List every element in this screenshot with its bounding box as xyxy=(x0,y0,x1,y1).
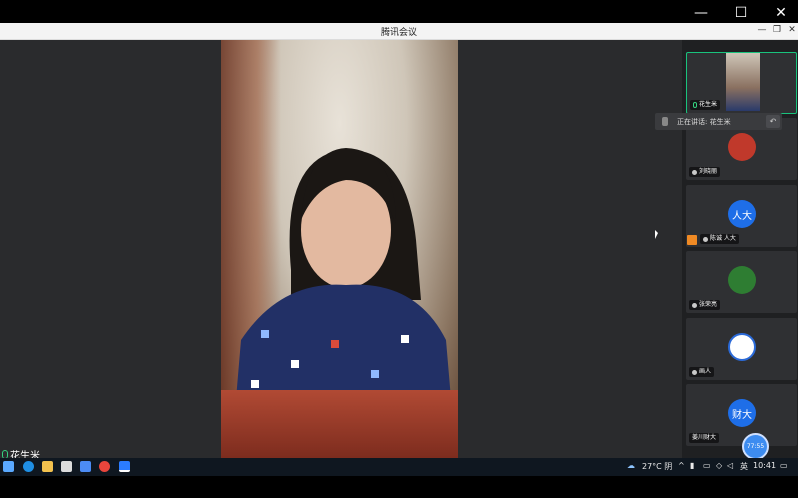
weather-icon[interactable]: ☁ xyxy=(627,461,635,470)
battery-icon[interactable]: ▭ xyxy=(703,461,711,470)
participant-name: 陈诚 人大 xyxy=(710,235,736,242)
volume-icon[interactable]: ◁ xyxy=(727,461,733,470)
taskbar: ☁ 27°C 阴 ^ ▮ ▭ ◇ ◁ 英 10:41 ▭ xyxy=(0,458,798,476)
mic-muted-icon xyxy=(692,369,697,375)
mic-muted-icon xyxy=(692,169,697,175)
participant-name: 姜川财大 xyxy=(692,434,717,441)
timer-text: 77:55 xyxy=(746,443,765,450)
file-explorer-icon[interactable] xyxy=(42,461,53,472)
screen-bottom-border xyxy=(0,476,798,498)
mic-muted-icon xyxy=(692,302,697,308)
close-button[interactable]: ✕ xyxy=(761,0,798,25)
participant-avatar xyxy=(728,133,756,161)
main-video[interactable] xyxy=(221,40,458,458)
participant-tile[interactable]: 花生米 xyxy=(686,52,797,114)
ime-indicator[interactable]: 英 xyxy=(740,461,748,472)
microphone-icon xyxy=(693,102,697,108)
participant-name: 画人 xyxy=(699,368,712,375)
app-minimize-icon[interactable]: — xyxy=(756,25,768,35)
participant-name-tag: 张荣亮 xyxy=(689,300,721,310)
participant-name: 张荣亮 xyxy=(699,301,718,308)
store-icon[interactable] xyxy=(61,461,72,472)
participant-avatar: 人大 xyxy=(728,200,756,228)
reply-arrow-icon[interactable]: ↶ xyxy=(766,115,780,128)
minimize-button[interactable]: — xyxy=(681,0,721,25)
participant-tile[interactable]: 人大 陈诚 人大 xyxy=(686,185,797,247)
mic-muted-icon xyxy=(703,236,708,242)
host-icon xyxy=(687,235,697,245)
participant-name-tag: 姜川财大 xyxy=(689,433,720,443)
participant-avatar: 财大 xyxy=(728,399,756,427)
notification-icon[interactable]: ▭ xyxy=(780,461,788,470)
participant-avatar xyxy=(728,333,756,361)
timer-badge[interactable]: 77:55 xyxy=(742,433,769,460)
avatar-text: 人大 xyxy=(732,210,752,222)
participant-name: 花生米 xyxy=(699,101,718,108)
participant-avatar xyxy=(728,266,756,294)
os-titlebar xyxy=(0,0,798,25)
participant-tile[interactable]: 画人 xyxy=(686,318,797,380)
maximize-button[interactable]: ☐ xyxy=(721,0,761,25)
window-title: 腾讯会议 xyxy=(380,28,417,38)
speaking-text: 正在讲话: 花生米 xyxy=(677,117,731,126)
speaker-mic-icon xyxy=(662,117,668,126)
tray-chevron-icon[interactable]: ^ xyxy=(678,461,685,470)
edge-browser-icon[interactable] xyxy=(23,461,34,472)
participant-video-thumb xyxy=(726,53,760,111)
app-close-icon[interactable]: ✕ xyxy=(786,25,798,35)
participant-name-tag: 画人 xyxy=(689,367,715,377)
weather-text[interactable]: 27°C 阴 xyxy=(642,461,672,472)
speaking-indicator: 正在讲话: 花生米 ↶ xyxy=(655,113,782,130)
app-titlebar: 腾讯会议 — ❐ ✕ xyxy=(0,23,798,40)
participant-name-tag: 陈诚 人大 xyxy=(700,234,739,244)
table-surface xyxy=(221,390,458,458)
mouse-cursor-icon xyxy=(655,230,658,239)
avatar-text: 财大 xyxy=(732,409,752,421)
participant-tile[interactable]: 财大 姜川财大 xyxy=(686,384,797,446)
tencent-meeting-icon[interactable] xyxy=(119,461,130,472)
clock[interactable]: 10:41 xyxy=(753,461,776,470)
participant-name-tag: 刘晓丽 xyxy=(689,167,721,177)
windows-start-icon[interactable] xyxy=(3,461,14,472)
main-stage xyxy=(0,40,682,458)
participant-tile[interactable]: 张荣亮 xyxy=(686,251,797,313)
participant-name: 刘晓丽 xyxy=(699,168,718,175)
participant-name-tag: 花生米 xyxy=(690,100,721,110)
mail-icon[interactable] xyxy=(80,461,91,472)
microphone-tray-icon[interactable]: ▮ xyxy=(690,461,694,470)
chrome-icon[interactable] xyxy=(99,461,110,472)
network-icon[interactable]: ◇ xyxy=(716,461,722,470)
app-restore-icon[interactable]: ❐ xyxy=(771,25,783,35)
